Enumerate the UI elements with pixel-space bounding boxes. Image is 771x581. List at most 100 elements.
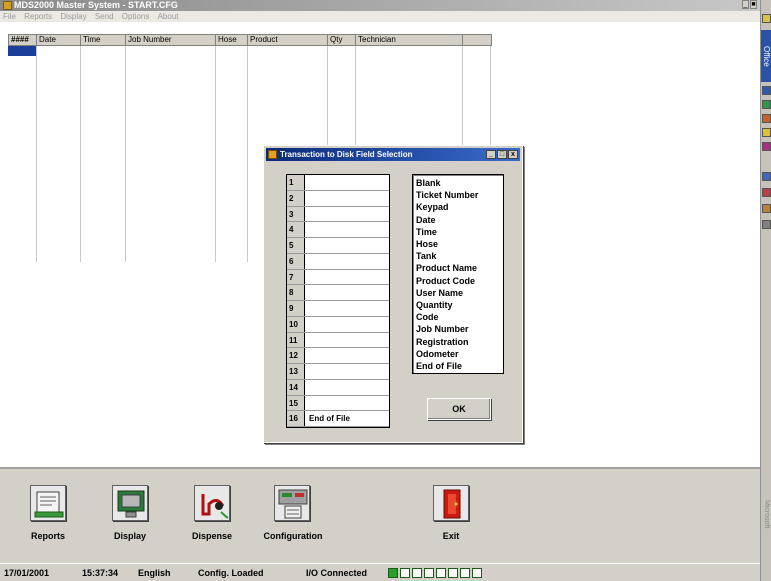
dialog-title-bar[interactable]: Transaction to Disk Field Selection _ □ … xyxy=(266,148,520,161)
field-option[interactable]: Blank xyxy=(416,177,500,189)
menu-reports[interactable]: Reports xyxy=(24,12,52,21)
shortcut-icon[interactable] xyxy=(762,220,771,229)
grid-divider xyxy=(247,46,248,262)
field-option[interactable]: Quantity xyxy=(416,299,500,311)
field-slot-row[interactable]: 2 xyxy=(287,190,389,207)
field-slot-row[interactable]: 10 xyxy=(287,316,389,333)
col-header-product[interactable]: Product xyxy=(248,35,328,45)
access-icon[interactable] xyxy=(762,142,771,151)
col-header-date[interactable]: Date xyxy=(37,35,81,45)
field-option[interactable]: User Name xyxy=(416,287,500,299)
field-option[interactable]: Tank xyxy=(416,250,500,262)
shortcut-icon[interactable] xyxy=(762,188,771,197)
field-option[interactable]: Job Number xyxy=(416,323,500,335)
powerpoint-icon[interactable] xyxy=(762,114,771,123)
minimize-button[interactable]: _ xyxy=(742,0,749,9)
field-slot-value[interactable] xyxy=(307,348,389,363)
maximize-button[interactable]: ■ xyxy=(750,0,757,9)
field-slot-row[interactable]: 5 xyxy=(287,238,389,254)
col-header-technician[interactable]: Technician xyxy=(356,35,463,45)
display-button[interactable]: Display xyxy=(104,485,156,545)
field-option[interactable]: Registration xyxy=(416,336,500,348)
shortcut-icon[interactable] xyxy=(762,172,771,181)
available-fields-list[interactable]: Blank Ticket Number Keypad Date Time Hose Tank… xyxy=(412,174,504,374)
field-slot-value[interactable] xyxy=(307,333,389,348)
menu-file[interactable]: File xyxy=(3,12,16,21)
field-slot-number: 9 xyxy=(287,301,305,316)
field-option[interactable]: Keypad xyxy=(416,201,500,213)
field-option[interactable]: Hose xyxy=(416,238,500,250)
field-slot-row[interactable]: 3 xyxy=(287,206,389,223)
field-option[interactable]: Date xyxy=(416,214,500,226)
configuration-button[interactable]: Configuration xyxy=(256,485,330,545)
dispense-button[interactable]: Dispense xyxy=(184,485,240,545)
field-slot-row[interactable]: 16 End of File xyxy=(287,411,389,427)
field-option[interactable]: End of File xyxy=(416,360,500,372)
word-icon[interactable] xyxy=(762,86,771,95)
field-slot-value[interactable] xyxy=(307,191,389,206)
menu-send[interactable]: Send xyxy=(95,12,114,21)
field-slot-row[interactable]: 8 xyxy=(287,285,389,301)
dialog-controls: _ □ x xyxy=(486,150,518,159)
field-slot-value[interactable] xyxy=(307,364,389,379)
field-slot-value[interactable] xyxy=(307,254,389,269)
grid-selected-cell[interactable] xyxy=(8,46,36,56)
field-slot-row[interactable]: 12 xyxy=(287,348,389,364)
col-header-qty[interactable]: Qty xyxy=(328,35,356,45)
field-slot-number: 6 xyxy=(287,253,305,269)
io-led xyxy=(412,568,422,578)
col-header-hose[interactable]: Hose xyxy=(216,35,248,45)
exit-door-icon xyxy=(433,485,469,521)
field-slot-value[interactable] xyxy=(307,238,389,253)
field-slot-value[interactable] xyxy=(307,396,389,411)
field-slot-value[interactable]: End of File xyxy=(307,411,389,426)
app-title-bar: MDS2000 Master System - START.CFG _ ■ xyxy=(0,0,760,11)
field-slot-row[interactable]: 13 xyxy=(287,364,389,380)
menu-display[interactable]: Display xyxy=(60,12,86,21)
field-slot-row[interactable]: 4 xyxy=(287,222,389,238)
field-slot-row[interactable]: 1 xyxy=(287,175,389,191)
field-slot-value[interactable] xyxy=(307,207,389,222)
dialog-close-button[interactable]: x xyxy=(508,150,518,159)
field-slot-value[interactable] xyxy=(307,317,389,332)
outlook-icon[interactable] xyxy=(762,128,771,137)
grid-divider xyxy=(36,46,37,262)
col-header-job-number[interactable]: Job Number xyxy=(126,35,216,45)
field-slot-row[interactable]: 14 xyxy=(287,379,389,396)
field-slot-row[interactable]: 6 xyxy=(287,253,389,270)
field-slot-value[interactable] xyxy=(307,380,389,395)
office-folder-icon[interactable] xyxy=(762,14,771,23)
field-option[interactable]: Ticket Number xyxy=(416,189,500,201)
exit-button[interactable]: Exit xyxy=(426,485,476,545)
col-header-extra[interactable] xyxy=(463,35,491,45)
field-option[interactable]: Product Code xyxy=(416,275,500,287)
display-label: Display xyxy=(113,531,146,541)
field-slot-value[interactable] xyxy=(307,301,389,316)
field-slot-row[interactable]: 15 xyxy=(287,395,389,412)
field-slot-value[interactable] xyxy=(307,175,389,190)
excel-icon[interactable] xyxy=(762,100,771,109)
menu-about[interactable]: About xyxy=(158,12,179,21)
field-slot-number: 5 xyxy=(287,238,305,253)
field-slot-row[interactable]: 11 xyxy=(287,332,389,349)
field-slot-value[interactable] xyxy=(307,285,389,300)
field-slot-row[interactable]: 9 xyxy=(287,301,389,317)
field-slot-value[interactable] xyxy=(307,270,389,285)
configuration-icon xyxy=(274,485,310,521)
office-shortcut-bar: Office Microsoft xyxy=(760,0,771,581)
dialog-maximize-button[interactable]: □ xyxy=(497,150,507,159)
col-header-time[interactable]: Time xyxy=(81,35,126,45)
menu-options[interactable]: Options xyxy=(122,12,150,21)
field-option[interactable]: Time xyxy=(416,226,500,238)
field-option[interactable]: Code xyxy=(416,311,500,323)
field-slot-number: 13 xyxy=(287,364,305,379)
col-header-id[interactable]: #### xyxy=(9,35,37,45)
ok-button[interactable]: OK xyxy=(427,398,491,420)
field-option[interactable]: Product Name xyxy=(416,262,500,274)
shortcut-icon[interactable] xyxy=(762,204,771,213)
field-slot-row[interactable]: 7 xyxy=(287,269,389,286)
field-option[interactable]: Odometer xyxy=(416,348,500,360)
reports-button[interactable]: Reports xyxy=(24,485,72,545)
field-slot-value[interactable] xyxy=(307,222,389,237)
dialog-minimize-button[interactable]: _ xyxy=(486,150,496,159)
